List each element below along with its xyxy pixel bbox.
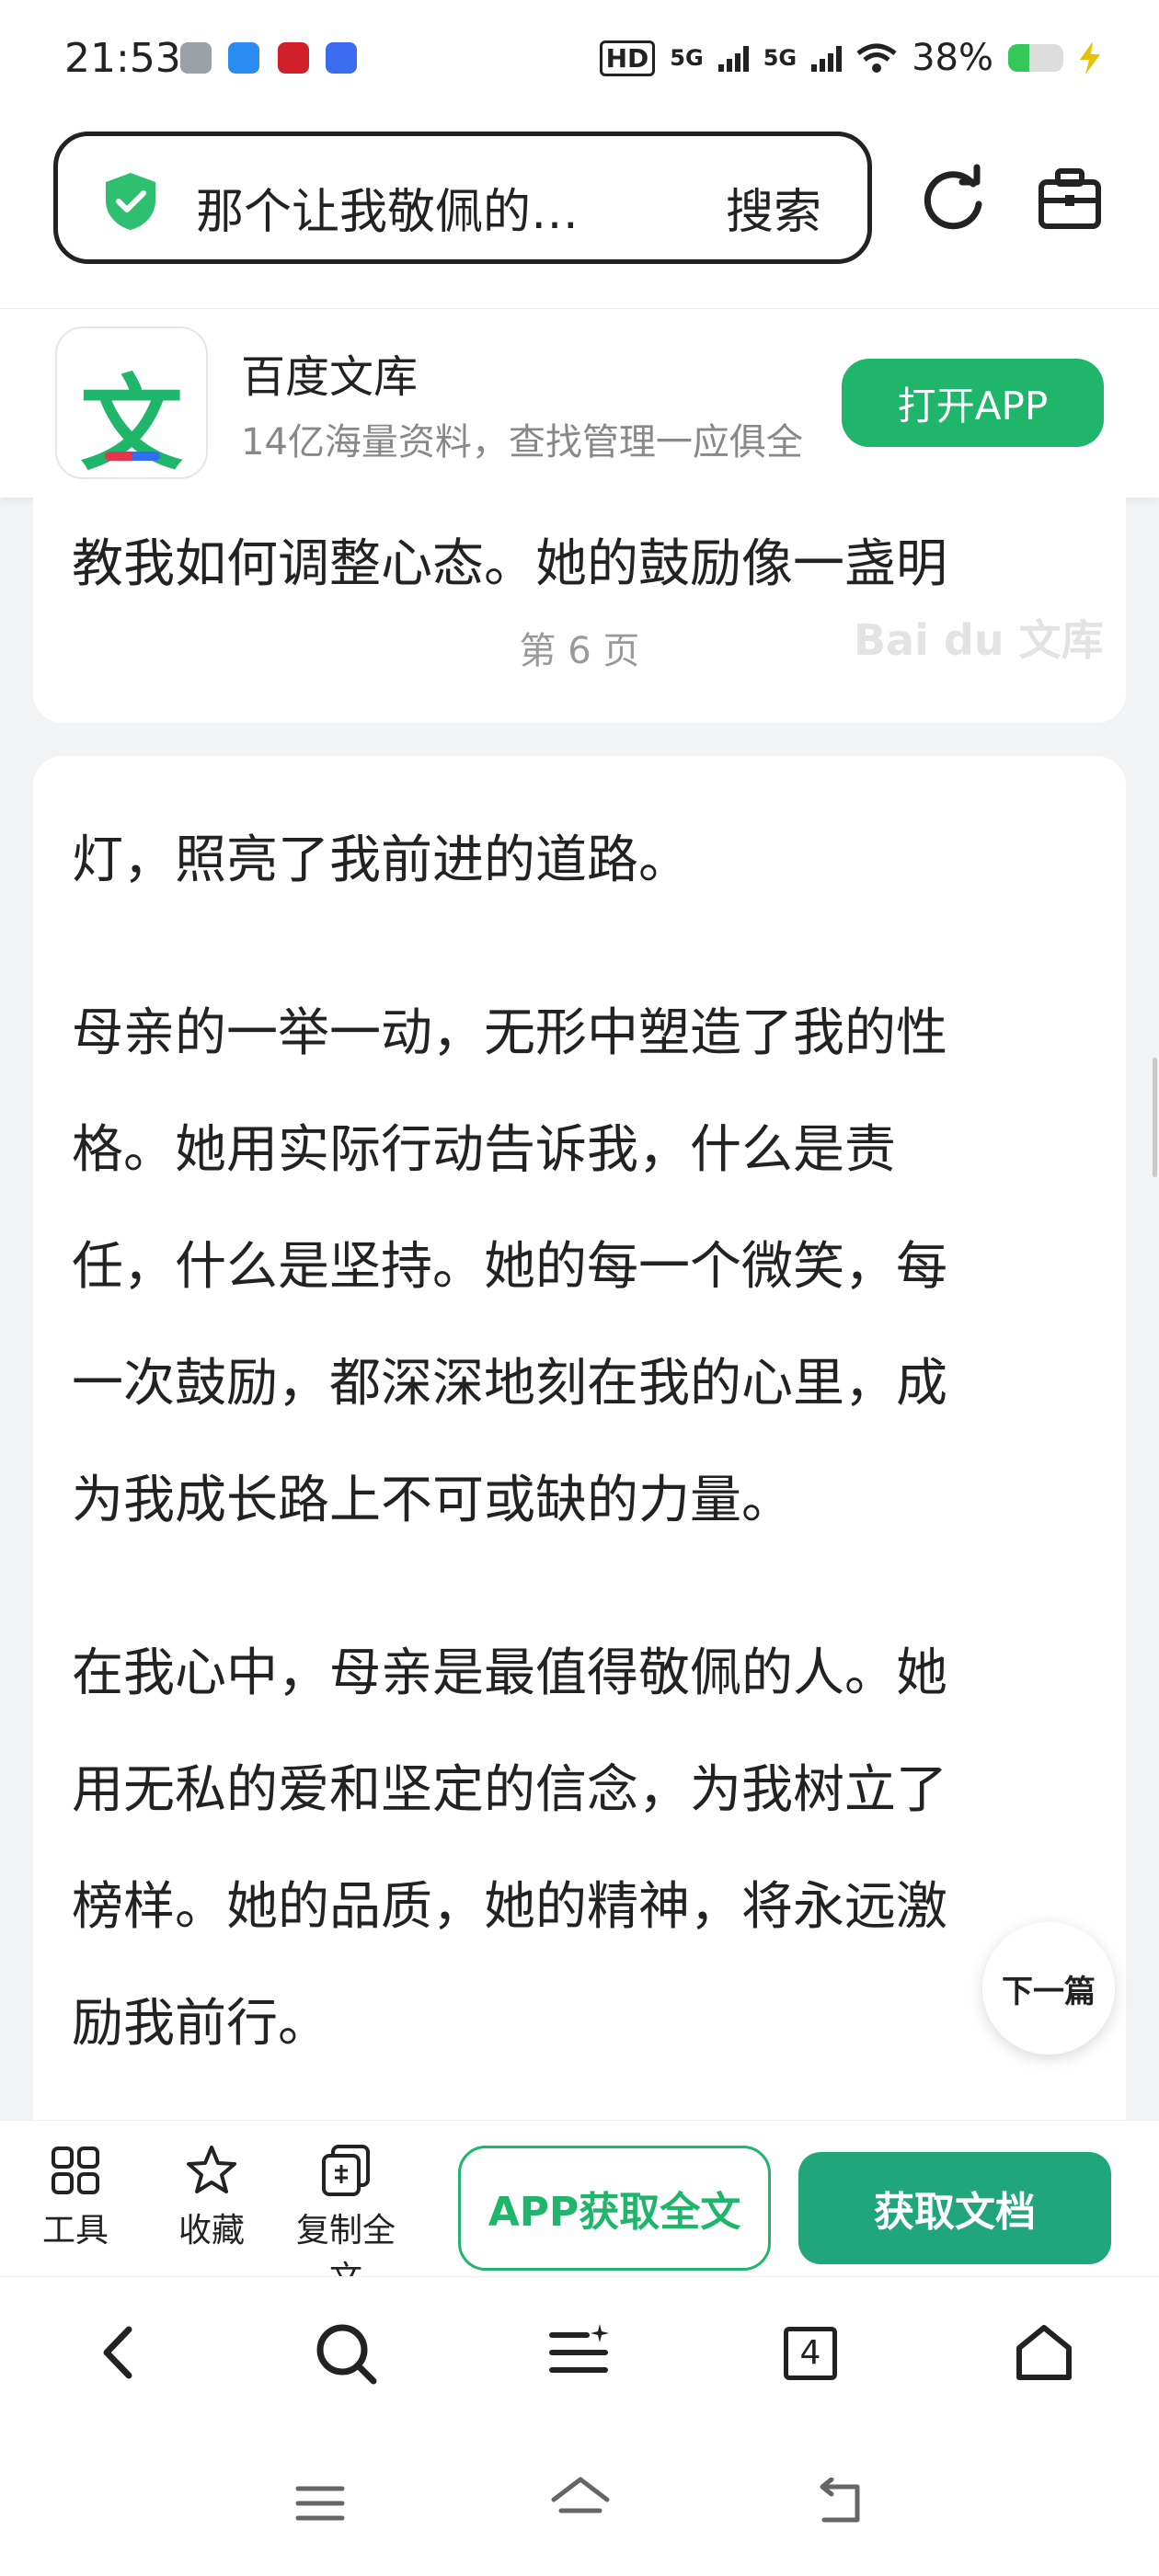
page-text-line: 为我成长路上不可或缺的力量。 [72,1471,793,1530]
signal-2-icon [811,44,843,72]
tabs-button[interactable]: 4 [784,2327,837,2380]
back-icon[interactable] [92,2322,147,2383]
reload-icon[interactable] [916,164,990,237]
battery-icon [1008,44,1063,72]
open-app-button[interactable]: 打开APP [842,359,1104,447]
page-text-line: 在我心中，母亲是最值得敬佩的人。她 [72,1643,947,1703]
page-text-line: 榜样。她的品质，她的精神，将永远激 [72,1877,947,1937]
hd-label: HD [599,40,656,76]
page-text-line: 母亲的一举一动，无形中塑造了我的性 [72,1003,947,1063]
tools-button[interactable]: 工具 [11,2143,140,2251]
page-text-line: 一次鼓励，都深深地刻在我的心里，成 [72,1354,947,1414]
app-icon-stripe [105,452,160,461]
search-button[interactable]: 搜索 [726,173,821,242]
app-icon-glyph: 文 [80,365,183,485]
search-icon[interactable] [315,2322,379,2387]
app-fulltext-button[interactable]: APP获取全文 [458,2146,771,2271]
scrollbar-thumb[interactable] [1153,1058,1157,1177]
signal-1-icon [717,44,749,72]
system-menu-icon[interactable] [294,2483,346,2524]
telegram-icon [228,42,259,74]
baidu-icon [326,42,357,74]
favorite-button[interactable]: 收藏 [147,2143,276,2251]
baidu-wenku-watermark: Bai du 文库 [854,615,1104,665]
favorite-label: 收藏 [178,2212,245,2250]
address-bar[interactable]: 那个让我敬佩的… 搜索 [53,132,872,264]
app-name: 百度文库 [241,351,419,403]
next-article-button[interactable]: 下一篇 [982,1922,1115,2055]
baidu-wenku-app-icon: 文 [55,326,208,485]
charging-icon [1080,41,1100,74]
home-icon[interactable] [1014,2322,1074,2383]
page-text-line: 灯，照亮了我前进的道路。 [72,830,690,890]
grid-icon [52,2147,99,2194]
system-back-icon[interactable] [811,2478,866,2525]
battery-percent: 38% [912,37,993,79]
wechat-icon [180,42,212,74]
browser-navigation [0,2276,1159,2576]
menu-icon[interactable] [546,2322,613,2383]
status-time: 21:53 [64,35,181,82]
page-text-line: 格。她用实际行动告诉我，什么是责 [72,1120,896,1180]
app-description: 14亿海量资料，查找管理一应俱全 [241,421,803,464]
page-text-line: 用无私的爱和坚定的信念，为我树立了 [72,1760,947,1820]
page-text-line: 励我前行。 [72,1994,329,2054]
network-label-2: 5G [763,45,798,71]
toolbox-icon[interactable] [1038,167,1102,230]
page-text-line: 任，什么是坚持。她的每一个微笑，每 [72,1237,947,1297]
wifi-icon [856,43,897,73]
star-icon [187,2146,236,2193]
network-label-1: 5G [670,45,704,71]
status-indicators: HD 5G 5G 38% [599,37,1102,79]
copy-icon [322,2145,370,2196]
shield-check-icon [106,173,155,230]
tools-label: 工具 [41,2212,109,2250]
address-text: 那个让我敬佩的… [196,185,580,240]
page-text-line: 教我如何调整心态。她的鼓励像一盏明 [72,534,947,594]
battery-fill [1008,44,1029,72]
get-document-button[interactable]: 获取文档 [798,2152,1111,2264]
system-home-icon[interactable] [548,2476,613,2527]
news-app-icon [278,42,309,74]
